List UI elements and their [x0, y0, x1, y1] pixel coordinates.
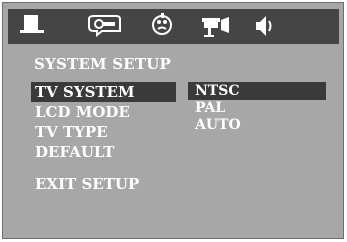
menu-item-exit-setup[interactable]: EXIT SETUP: [35, 174, 176, 194]
video-camera-icon: [202, 17, 229, 37]
option-ntsc[interactable]: NTSC: [188, 82, 326, 100]
option-auto[interactable]: AUTO: [188, 117, 326, 134]
setup-menu: TV SYSTEM LCD MODE TV TYPE DEFAULT EXIT …: [31, 82, 176, 194]
speaker-icon: [256, 16, 272, 36]
option-pal[interactable]: PAL: [188, 100, 326, 117]
tv-system-options: NTSC PAL AUTO: [188, 82, 326, 134]
tab-audio[interactable]: [149, 9, 179, 44]
setup-menu-panel: SYSTEM SETUP TV SYSTEM LCD MODE TV TYPE …: [2, 2, 344, 239]
tab-tv-system[interactable]: [20, 9, 50, 44]
menu-item-default[interactable]: DEFAULT: [35, 142, 176, 162]
page-title: SYSTEM SETUP: [34, 55, 171, 73]
tab-speaker[interactable]: [253, 9, 277, 44]
menu-item-tv-type[interactable]: TV TYPE: [35, 122, 176, 142]
dolby-surround-icon: [152, 13, 172, 35]
setup-tab-bar: [8, 9, 339, 44]
tab-video[interactable]: [199, 9, 239, 44]
menu-item-lcd-mode[interactable]: LCD MODE: [35, 102, 176, 122]
speech-bubble-icon: [88, 15, 121, 38]
tv-monitor-icon: [20, 15, 44, 33]
tab-language[interactable]: [86, 9, 126, 44]
menu-item-tv-system[interactable]: TV SYSTEM: [31, 82, 176, 102]
